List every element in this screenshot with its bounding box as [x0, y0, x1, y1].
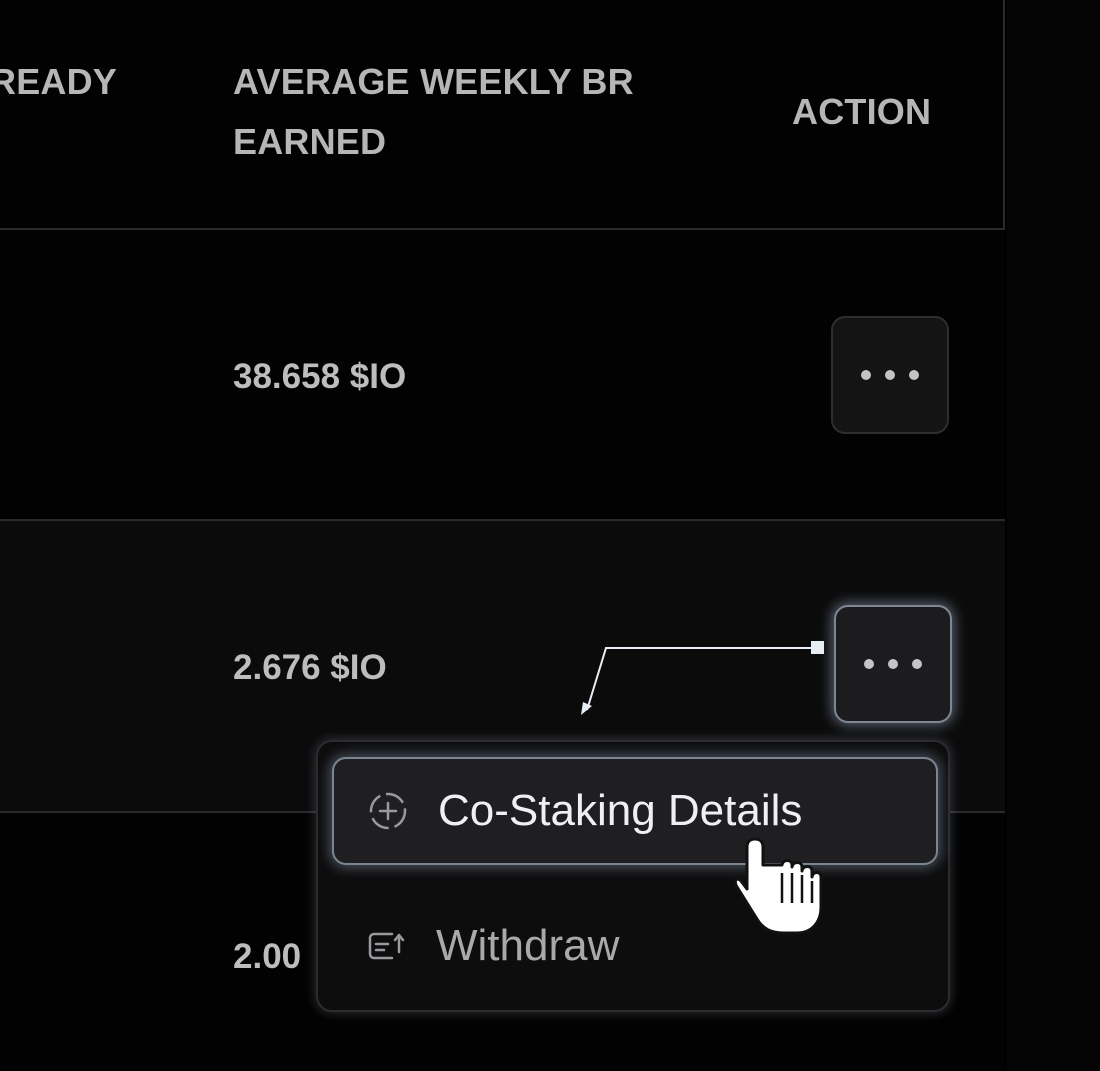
dot-icon — [909, 370, 919, 380]
menu-item-label: Withdraw — [436, 921, 620, 970]
menu-item-co-staking-details[interactable]: Co-Staking Details — [332, 757, 938, 865]
column-header-average-weekly-br: AVERAGE WEEKLY BR EARNED — [233, 61, 634, 162]
right-background-strip — [1007, 0, 1100, 1071]
more-actions-button-active[interactable] — [834, 605, 952, 723]
more-actions-button[interactable] — [831, 316, 949, 434]
dot-icon — [864, 659, 874, 669]
dot-icon — [861, 370, 871, 380]
column-header-action: ACTION — [792, 91, 932, 132]
average-weekly-br-cell: 2.676 $IO — [233, 648, 387, 687]
action-dropdown-menu: Co-Staking Details Withdraw — [316, 740, 950, 1012]
table-row: 38.658 $IO — [0, 228, 1005, 520]
average-weekly-br-cell: 2.00 — [233, 937, 302, 976]
dot-icon — [885, 370, 895, 380]
dot-icon — [912, 659, 922, 669]
column-header-ready: READY — [0, 61, 118, 102]
withdraw-icon — [368, 932, 405, 960]
dot-icon — [888, 659, 898, 669]
menu-item-withdraw[interactable]: Withdraw — [332, 892, 938, 1000]
add-circle-icon — [369, 792, 407, 830]
average-weekly-br-cell: 38.658 $IO — [233, 357, 407, 396]
staking-table-screen: READY AVERAGE WEEKLY BR EARNED ACTION 38… — [0, 0, 1100, 1071]
menu-item-label: Co-Staking Details — [438, 786, 803, 835]
